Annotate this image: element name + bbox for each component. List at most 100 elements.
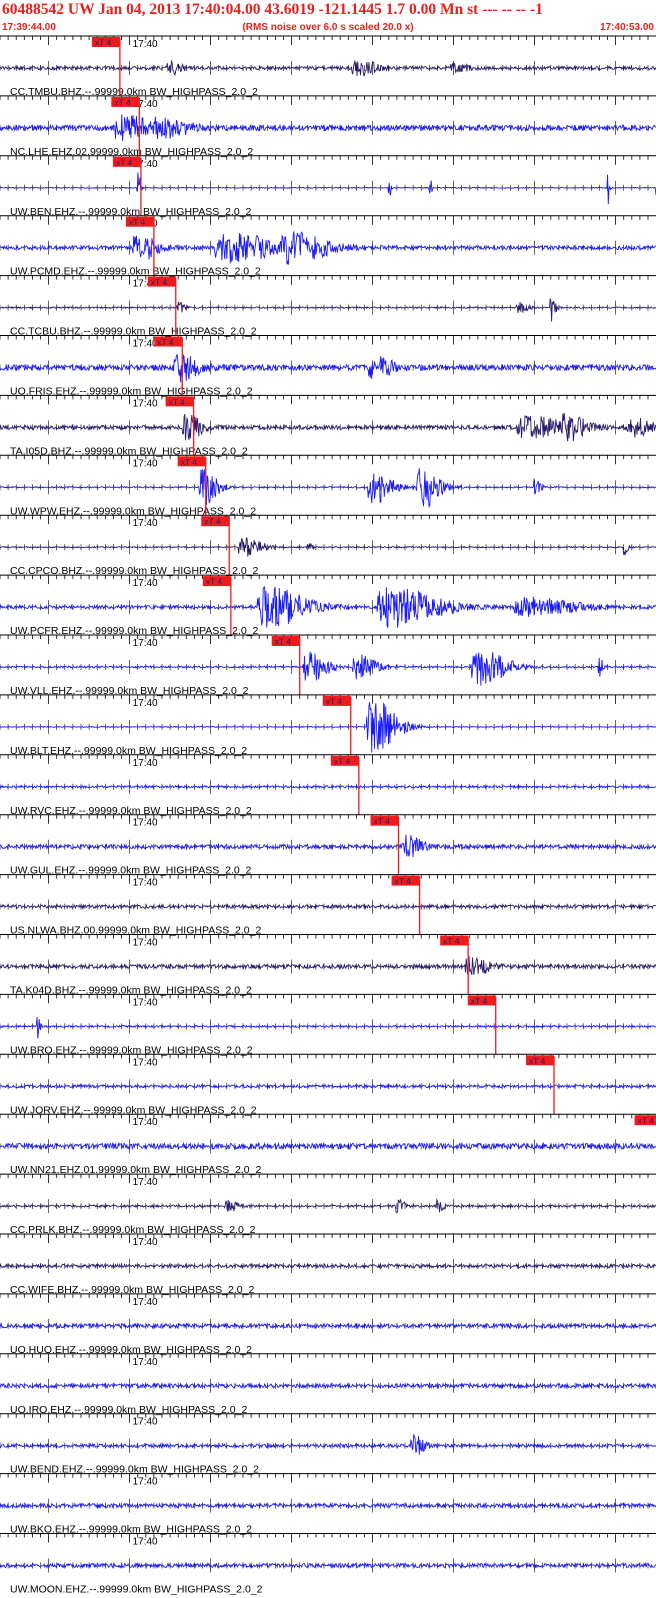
minute-tick-label: 17:40 — [133, 1237, 158, 1248]
waveform-trace — [0, 784, 656, 790]
time-ticks-top — [0, 814, 649, 824]
trace-row: 17:40UO.FRIS.EHZ.--.99999.0km BW_HIGHPAS… — [0, 335, 656, 398]
waveform-trace — [0, 1322, 656, 1330]
waveform-trace — [0, 354, 656, 383]
minute-tick-label: 17:40 — [133, 1057, 158, 1068]
minute-tick-label: 17:40 — [133, 1417, 158, 1428]
time-ticks-top — [0, 934, 649, 944]
time-ticks-top — [0, 754, 649, 764]
minute-tick-label: 17:40 — [133, 758, 158, 769]
trace-row: 17:40UW.WPW.EHZ.--.99999.0km BW_HIGHPASS… — [0, 454, 656, 517]
minute-tick-label: 17:40 — [133, 1537, 158, 1548]
waveform-trace — [0, 60, 656, 77]
time-ticks-top — [0, 1413, 649, 1423]
time-ticks-top — [0, 1473, 649, 1483]
waveform-trace — [0, 1561, 656, 1570]
phase-pick-label: xT 4 — [275, 637, 292, 647]
trace-row: 17:40UW.PCFR.EHZ.--.99999.0km BW_HIGHPAS… — [0, 574, 656, 637]
phase-pick-label: xT 4 — [334, 756, 351, 766]
minute-tick-label: 17:40 — [133, 458, 158, 469]
time-ticks-top — [0, 1174, 649, 1184]
time-ticks-top — [0, 1353, 649, 1363]
time-ticks-top — [0, 215, 649, 225]
phase-pick-label: xT 4 — [181, 457, 198, 467]
waveform-trace — [0, 834, 656, 858]
trace-row: 17:40UO.IRO.EHZ.--.99999.0km BW_HIGHPASS… — [0, 1353, 656, 1416]
trace-row: 17:40TA.K04D.BHZ.--.99999.0km BW_HIGHPAS… — [0, 934, 656, 997]
time-ticks-top — [0, 994, 649, 1004]
phase-pick-label: xT 4 — [326, 696, 343, 706]
phase-pick-label: xT 4 — [95, 38, 112, 48]
trace-row: 17:40UW.RVC.EHZ.--.99999.0km BW_HIGHPASS… — [0, 754, 656, 817]
trace-row: 17:40UW.BKO.EHZ.--.99999.0km BW_HIGHPASS… — [0, 1473, 656, 1536]
waveform-trace — [0, 1434, 656, 1455]
minute-tick-label: 17:40 — [133, 518, 158, 529]
time-ticks-top — [0, 155, 649, 165]
phase-pick-label: xT 4 — [129, 217, 146, 227]
phase-pick-label: xT 4 — [151, 277, 168, 287]
trace-row: 17:40UW.VLL.EHZ.--.99999.0km BW_HIGHPASS… — [0, 634, 656, 697]
waveform-trace — [0, 172, 656, 205]
time-ticks-top — [0, 1533, 649, 1543]
trace-row: 17:40CC.TCBU.BHZ.--.99999.0km BW_HIGHPAS… — [0, 275, 656, 338]
trace-row: 17:40UW.PCMD.EHZ.--.99999.0km BW_HIGHPAS… — [0, 215, 656, 278]
trace-row: 17:40UW.BRO.EHZ.--.99999.0km BW_HIGHPASS… — [0, 993, 656, 1056]
trace-row: 17:40CC.PRLK.BHZ.--.99999.0km BW_HIGHPAS… — [0, 1173, 656, 1236]
time-ticks-top — [0, 635, 649, 644]
phase-pick-label: xT 4 — [395, 876, 412, 886]
trace-row: 17:40 UW.MOON.EHZ.--.99999.0km BW_HIGHPAS… — [0, 1533, 656, 1596]
minute-tick-label: 17:40 — [133, 698, 158, 709]
phase-pick-label: xT 4 — [114, 97, 131, 107]
phase-pick-label: xT 4 — [638, 1116, 655, 1126]
minute-tick-label: 17:40 — [133, 638, 158, 649]
minute-tick-label: 17:40 — [133, 1477, 158, 1488]
trace-row: 17:40UW.NN21.EHZ.01.99999.0km BW_HIGHPAS… — [0, 1113, 656, 1176]
waveform-trace — [0, 298, 656, 322]
station-label: UW.MOON.EHZ.--.99999.0km BW_HIGHPASS_2.0… — [10, 1584, 263, 1596]
phase-pick-label: xT 4 — [204, 517, 221, 527]
waveform-trace — [0, 903, 656, 910]
waveform-trace — [0, 536, 656, 557]
waveform-trace — [0, 1198, 656, 1214]
seismogram-plot: 17:40CC.TMBU.BHZ.--.99999.0km BW_HIGHPAS… — [0, 35, 656, 1596]
waveform-trace — [0, 1262, 656, 1270]
time-ticks-top — [0, 874, 649, 884]
trace-row: 17:40CC.CPCO.BHZ.--.99999.0km BW_HIGHPAS… — [0, 514, 656, 577]
waveform-trace — [0, 1501, 656, 1510]
minute-tick-label: 17:40 — [133, 1357, 158, 1368]
minute-tick-label: 17:40 — [133, 339, 158, 350]
time-ticks-top — [0, 515, 649, 525]
trace-row: 17:40NC.LHE.EHZ.02.99999.0km BW_HIGHPASS… — [0, 95, 656, 158]
minute-tick-label: 17:40 — [133, 398, 158, 409]
time-ticks-top — [0, 575, 649, 585]
waveform-trace — [0, 586, 656, 628]
waveform-trace — [0, 1382, 656, 1390]
phase-pick-label: xT 4 — [157, 337, 174, 347]
waveform-trace — [0, 231, 656, 265]
phase-pick-label: xT 4 — [169, 397, 186, 407]
waveform-trace — [0, 412, 656, 442]
waveform-trace — [0, 1141, 656, 1151]
trace-row: 17:40US.NLWA.BHZ.00.99999.0km BW_HIGHPAS… — [0, 874, 656, 937]
time-ticks-top — [0, 455, 649, 465]
time-ticks-top — [0, 95, 649, 105]
time-ticks-top — [0, 335, 649, 345]
trace-row: 17:40UW.BEN.EHZ.--.99999.0km BW_HIGHPASS… — [0, 155, 656, 218]
waveform-trace — [0, 955, 656, 975]
time-ticks-top — [0, 1293, 649, 1303]
waveform-trace — [0, 114, 656, 141]
time-ticks-top — [0, 1114, 649, 1124]
phase-pick-label: xT 4 — [443, 936, 460, 946]
minute-tick-label: 17:40 — [133, 997, 158, 1008]
minute-tick-label: 17:40 — [133, 1297, 158, 1308]
minute-tick-label: 17:40 — [133, 1177, 158, 1188]
minute-tick-label: 17:40 — [133, 878, 158, 889]
phase-pick-label: xT 4 — [206, 577, 223, 587]
minute-tick-label: 17:40 — [133, 938, 158, 949]
phase-pick-label: xT 4 — [529, 1056, 546, 1066]
minute-tick-label: 17:40 — [133, 1117, 158, 1128]
minute-tick-label: 17:40 — [133, 578, 158, 589]
trace-row: 17:40CC.WIFE.BHZ.--.99999.0km BW_HIGHPAS… — [0, 1233, 656, 1296]
waveform-trace — [0, 651, 656, 686]
trace-row: 17:40UW.GUL.EHZ.--.99999.0km BW_HIGHPASS… — [0, 814, 656, 877]
